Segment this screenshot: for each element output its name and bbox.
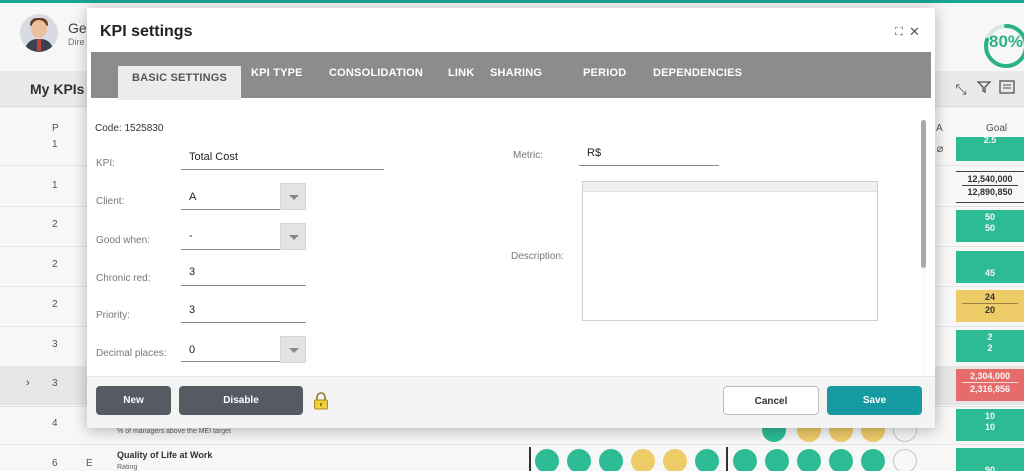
tab-link[interactable]: LINK [448, 67, 474, 79]
close-icon[interactable]: ✕ [909, 24, 920, 40]
decimal-places-label: Decimal places: [96, 348, 167, 359]
tab-dependencies[interactable]: DEPENDENCIES [653, 67, 742, 79]
kpi-label: KPI: [96, 158, 115, 169]
tab-period[interactable]: PERIOD [583, 67, 626, 79]
cancel-button[interactable]: Cancel [723, 386, 819, 415]
kpi-field[interactable]: Total Cost [189, 151, 238, 163]
good-when-dropdown-button[interactable] [280, 223, 306, 250]
chronic-red-label: Chronic red: [96, 273, 151, 284]
save-button[interactable]: Save [827, 386, 922, 415]
client-select[interactable]: A [189, 191, 196, 203]
good-when-label: Good when: [96, 235, 150, 246]
decimal-places-select[interactable]: 0 [189, 344, 195, 356]
tab-sharing[interactable]: SHARING [490, 67, 542, 79]
tab-consolidation[interactable]: CONSOLIDATION [329, 67, 423, 79]
decimal-places-dropdown-button[interactable] [280, 336, 306, 363]
kpi-code: Code: 1525830 [95, 123, 164, 134]
tab-bar: BASIC SETTINGS KPI TYPE CONSOLIDATION LI… [91, 52, 931, 100]
metric-field[interactable]: R$ [587, 147, 601, 159]
disable-button[interactable]: Disable [179, 386, 303, 415]
priority-label: Priority: [96, 310, 130, 321]
maximize-icon[interactable]: ⛶ [895, 26, 903, 39]
modal-title: KPI settings [100, 23, 193, 40]
description-label: Description: [511, 251, 564, 262]
scrollbar-thumb[interactable] [921, 120, 926, 268]
priority-field[interactable]: 3 [189, 304, 195, 316]
new-button[interactable]: New [96, 386, 171, 415]
description-textarea[interactable] [582, 181, 878, 321]
kpi-settings-modal: KPI settings ⛶ ✕ BASIC SETTINGS KPI TYPE… [87, 8, 935, 428]
good-when-select[interactable]: - [189, 230, 193, 242]
client-dropdown-button[interactable] [280, 183, 306, 210]
tab-basic-settings[interactable]: BASIC SETTINGS [118, 66, 242, 100]
client-label: Client: [96, 196, 125, 207]
chronic-red-field[interactable]: 3 [189, 266, 195, 278]
lock-icon[interactable] [313, 392, 329, 410]
tab-kpi-type[interactable]: KPI TYPE [251, 67, 303, 79]
metric-label: Metric: [513, 150, 543, 161]
